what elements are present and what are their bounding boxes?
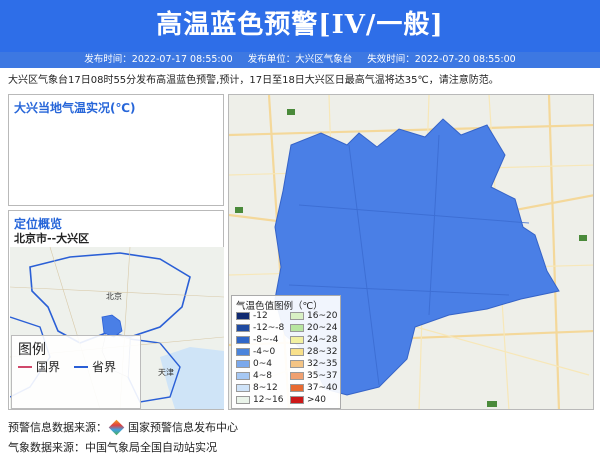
- temperature-legend-item: -12: [236, 311, 268, 321]
- temperature-range-label: 20~24: [307, 323, 338, 333]
- temperature-range-label: 35~37: [307, 371, 338, 381]
- temperature-swatch: [236, 384, 250, 392]
- temperature-range-label: 8~12: [253, 383, 278, 393]
- temperature-range-label: 28~32: [307, 347, 338, 357]
- beijing-label: 北京: [106, 291, 122, 301]
- map-legend: 图例 国界 省界: [11, 335, 141, 409]
- temperature-legend-item: 0~4: [236, 359, 272, 369]
- temperature-swatch: [236, 312, 250, 320]
- temperature-swatch: [290, 360, 304, 368]
- temperature-range-label: -4~0: [253, 347, 276, 357]
- weather-source-label: 气象数据来源：: [8, 441, 85, 454]
- expire-time: 失效时间：2022-07-20 08:55:00: [367, 54, 516, 65]
- temperature-range-label: 12~16: [253, 395, 284, 405]
- temperature-range-label: 4~8: [253, 371, 272, 381]
- temperature-legend-item: 16~20: [290, 311, 337, 321]
- temperature-swatch: [290, 312, 304, 320]
- temperature-swatch: [290, 348, 304, 356]
- temperature-legend-item: 24~28: [290, 335, 337, 345]
- temperature-swatch: [290, 324, 304, 332]
- temperature-legend-item: 28~32: [290, 347, 337, 357]
- temperature-swatch: [290, 384, 304, 392]
- publisher: 发布单位：大兴区气象台: [247, 54, 353, 65]
- temperature-range-label: 24~28: [307, 335, 338, 345]
- location-panel: 定位概览 北京市--大兴区 北京 天津 图例 国界 省界: [8, 210, 224, 410]
- location-subtitle: 北京市--大兴区: [14, 232, 90, 245]
- temperature-swatch: [236, 396, 250, 404]
- temperature-legend-item: -4~0: [236, 347, 275, 357]
- temperature-legend-item: 12~16: [236, 395, 283, 405]
- data-sources: 预警信息数据来源： 国家预警信息发布中心 气象数据来源： 中国气象局全国自动站实…: [8, 417, 238, 457]
- temperature-swatch: [236, 348, 250, 356]
- temperature-legend-item: 35~37: [290, 371, 337, 381]
- temperature-swatch: [290, 396, 304, 404]
- temperature-range-label: >40: [307, 395, 326, 405]
- tianjin-label: 天津: [158, 367, 174, 377]
- warning-source-name: 国家预警信息发布中心: [128, 421, 238, 434]
- publish-time: 发布时间：2022-07-17 08:55:00: [84, 54, 233, 65]
- temperature-legend-item: >40: [290, 395, 326, 405]
- warning-source-label: 预警信息数据来源：: [8, 421, 107, 434]
- warning-meta-bar: 发布时间：2022-07-17 08:55:00 发布单位：大兴区气象台 失效时…: [0, 52, 600, 68]
- temperature-legend-item: -8~-4: [236, 335, 279, 345]
- temperature-legend-item: 8~12: [236, 383, 278, 393]
- temperature-swatch: [236, 336, 250, 344]
- temperature-legend-item: 20~24: [290, 323, 337, 333]
- temperature-swatch: [290, 372, 304, 380]
- local-temp-title: 大兴当地气温实况(℃): [14, 101, 136, 115]
- temperature-range-label: -12: [253, 311, 268, 321]
- warning-title: 高温蓝色预警[IV/一般]: [156, 10, 444, 40]
- temperature-range-label: 0~4: [253, 359, 272, 369]
- temperature-range-label: -8~-4: [253, 335, 279, 345]
- temperature-swatch: [290, 336, 304, 344]
- temperature-legend-item: 32~35: [290, 359, 337, 369]
- temperature-legend-item: 37~40: [290, 383, 337, 393]
- temperature-range-label: 32~35: [307, 359, 338, 369]
- temperature-swatch: [236, 360, 250, 368]
- weather-source-name: 中国气象局全国自动站实况: [85, 441, 217, 454]
- temperature-legend-item: -12~-8: [236, 323, 284, 333]
- temperature-legend-title: 气温色值图例（℃）: [236, 301, 323, 312]
- local-temp-panel: 大兴当地气温实况(℃): [8, 94, 224, 206]
- country-border-icon: [18, 365, 32, 368]
- province-border-icon: [74, 365, 89, 368]
- temperature-color-legend: 气温色值图例（℃） -12 -12~-8 -8~-4 -4~0 0~4 4~8 8~12 12…: [231, 295, 341, 409]
- legend-title: 图例: [18, 342, 46, 358]
- temperature-map-panel[interactable]: 气温色值图例（℃） -12 -12~-8 -8~-4 -4~0 0~4 4~8 8~12 12…: [228, 94, 594, 410]
- temperature-legend-item: 4~8: [236, 371, 272, 381]
- temperature-range-label: 16~20: [307, 311, 338, 321]
- temperature-range-label: 37~40: [307, 383, 338, 393]
- temperature-swatch: [236, 372, 250, 380]
- legend-country: 国界 省界: [18, 358, 116, 375]
- warning-description: 大兴区气象台17日08时55分发布高温蓝色预警,预计，17日至18日大兴区日最高…: [8, 75, 499, 86]
- weather-source-row: 气象数据来源： 中国气象局全国自动站实况: [8, 437, 238, 457]
- temperature-swatch: [236, 324, 250, 332]
- warning-center-logo-icon: [108, 419, 125, 435]
- warning-source-row: 预警信息数据来源： 国家预警信息发布中心: [8, 417, 238, 437]
- temperature-range-label: -12~-8: [253, 323, 285, 333]
- warning-header: 高温蓝色预警[IV/一般]: [0, 0, 600, 52]
